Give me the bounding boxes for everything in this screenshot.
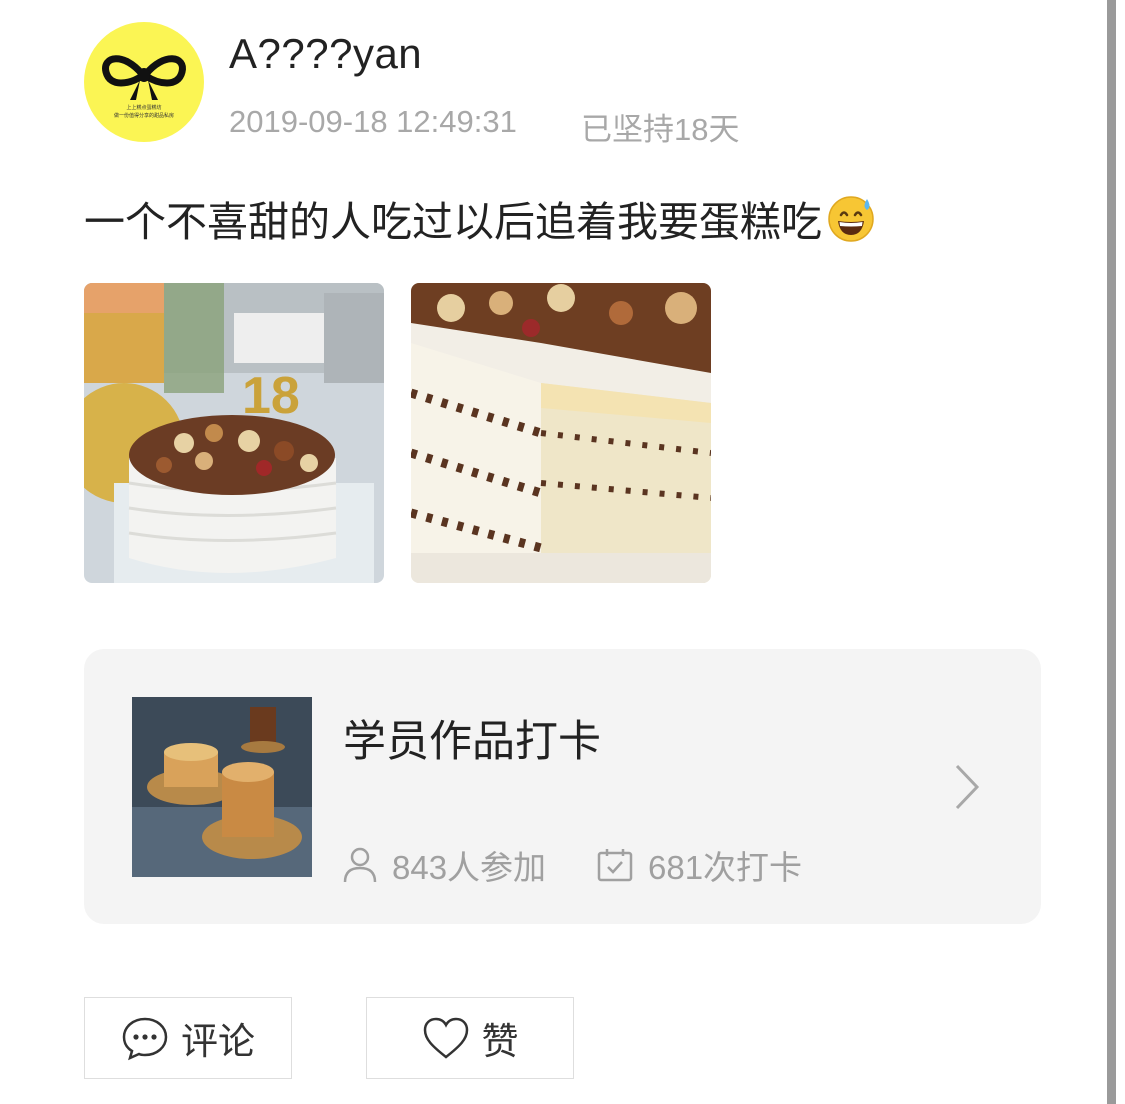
person-icon	[343, 847, 377, 883]
streak-days: 已坚持18天	[581, 112, 740, 147]
avatar-caption-line1: 上上糕点蛋糕坊	[126, 105, 162, 111]
like-button[interactable]: 赞	[366, 997, 574, 1079]
avatar[interactable]: 上上糕点蛋糕坊 做一份值得分享的甜品私房	[84, 22, 204, 142]
participants-stat: 843人参加	[342, 841, 546, 889]
like-label: 赞	[481, 1021, 519, 1062]
post-timestamp: 2019-09-18 12:49:31	[229, 104, 517, 139]
cake-photo-2[interactable]	[411, 283, 711, 583]
checkins-stat: 681次打卡	[596, 841, 802, 889]
activity-thumbnail	[132, 697, 312, 877]
activity-title: 学员作品打卡	[343, 718, 601, 766]
activity-card[interactable]: 学员作品打卡 843人参加 681次打卡	[84, 649, 1041, 924]
heart-icon	[423, 1017, 468, 1059]
chevron-right-icon[interactable]	[952, 762, 982, 812]
checkins-count: 681次打卡	[648, 849, 803, 886]
cake-candle-number: 18	[242, 367, 300, 425]
post-text: 一个不喜甜的人吃过以后追着我要蛋糕吃	[84, 188, 876, 248]
grinning-sweat-emoji	[828, 196, 874, 242]
cake-image-2	[411, 283, 711, 583]
cake-photo-1[interactable]: 18	[84, 283, 384, 583]
author-name[interactable]: A????yan	[229, 30, 422, 78]
post-text-content: 一个不喜甜的人吃过以后追着我要蛋糕吃	[84, 199, 822, 245]
comment-button[interactable]: 评论	[84, 997, 292, 1079]
participants-count: 843人参加	[392, 849, 547, 886]
calendar-check-icon	[597, 849, 633, 882]
activity-image	[132, 697, 312, 877]
comment-bubble-icon	[122, 1017, 168, 1061]
cake-image-1: 18	[84, 283, 384, 583]
bow-logo-icon	[102, 55, 186, 100]
scrollbar[interactable]	[1107, 0, 1116, 1104]
comment-label: 评论	[181, 1021, 255, 1062]
avatar-caption-line2: 做一份值得分享的甜品私房	[113, 113, 174, 119]
